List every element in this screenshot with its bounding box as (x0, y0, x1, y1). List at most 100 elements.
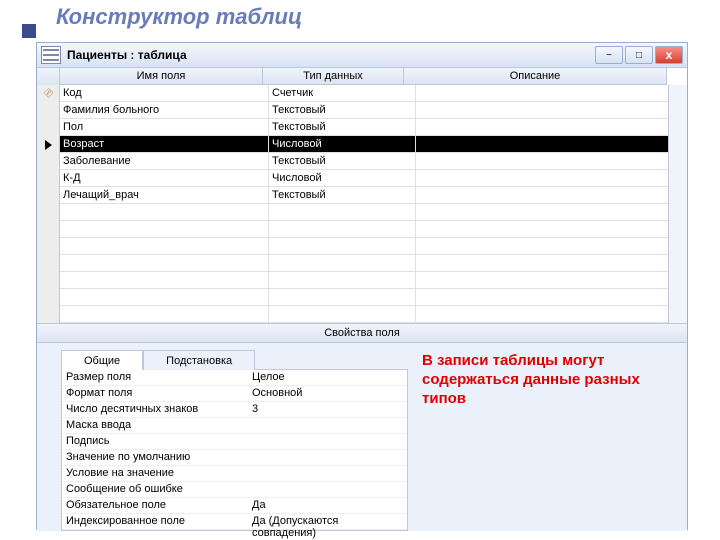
row-marker[interactable] (37, 306, 60, 323)
field-name-cell[interactable]: К-Д (60, 170, 269, 187)
empty-cell[interactable] (416, 238, 685, 255)
table-row[interactable]: Фамилия больногоТекстовый (37, 102, 687, 119)
empty-cell[interactable] (269, 272, 416, 289)
row-marker[interactable] (37, 204, 60, 221)
empty-cell[interactable] (60, 204, 269, 221)
field-desc-cell[interactable] (416, 102, 685, 119)
empty-cell[interactable] (269, 238, 416, 255)
field-desc-cell[interactable] (416, 187, 685, 204)
table-row[interactable] (37, 221, 687, 238)
row-marker[interactable] (37, 102, 60, 119)
property-value[interactable] (248, 418, 407, 433)
property-row[interactable]: Условие на значение (62, 466, 407, 482)
property-value[interactable]: Да (248, 498, 407, 513)
field-type-cell[interactable]: Числовой (269, 136, 416, 153)
table-row[interactable] (37, 272, 687, 289)
empty-cell[interactable] (269, 289, 416, 306)
property-row[interactable]: Индексированное полеДа (Допускаются совп… (62, 514, 407, 530)
row-marker[interactable] (37, 272, 60, 289)
fields-grid[interactable]: Имя поля Тип данных Описание ⚿КодСчетчик… (37, 68, 687, 323)
property-row[interactable]: Маска ввода (62, 418, 407, 434)
property-row[interactable]: Формат поляОсновной (62, 386, 407, 402)
empty-cell[interactable] (60, 221, 269, 238)
property-value[interactable]: Основной (248, 386, 407, 401)
row-marker[interactable] (37, 153, 60, 170)
field-name-cell[interactable]: Лечащий_врач (60, 187, 269, 204)
row-marker[interactable] (37, 170, 60, 187)
table-row[interactable] (37, 306, 687, 323)
table-row[interactable] (37, 255, 687, 272)
table-row[interactable]: ⚿КодСчетчик (37, 85, 687, 102)
empty-cell[interactable] (60, 238, 269, 255)
property-value[interactable]: 3 (248, 402, 407, 417)
field-type-cell[interactable]: Счетчик (269, 85, 416, 102)
property-row[interactable]: Значение по умолчанию (62, 450, 407, 466)
field-desc-cell[interactable] (416, 153, 685, 170)
field-name-cell[interactable]: Фамилия больного (60, 102, 269, 119)
property-value[interactable] (248, 450, 407, 465)
empty-cell[interactable] (269, 306, 416, 323)
empty-cell[interactable] (60, 272, 269, 289)
empty-cell[interactable] (416, 272, 685, 289)
empty-cell[interactable] (269, 221, 416, 238)
row-marker[interactable]: ⚿ (37, 85, 60, 102)
empty-cell[interactable] (269, 204, 416, 221)
field-desc-cell[interactable] (416, 170, 685, 187)
properties-grid[interactable]: Размер поляЦелоеФормат поляОсновнойЧисло… (61, 369, 408, 531)
property-value[interactable] (248, 434, 407, 449)
empty-cell[interactable] (416, 289, 685, 306)
empty-cell[interactable] (416, 255, 685, 272)
property-value[interactable]: Целое (248, 370, 407, 385)
tab-general[interactable]: Общие (61, 350, 143, 370)
property-row[interactable]: Сообщение об ошибке (62, 482, 407, 498)
field-name-cell[interactable]: Код (60, 85, 269, 102)
property-row[interactable]: Размер поляЦелое (62, 370, 407, 386)
field-type-cell[interactable]: Текстовый (269, 153, 416, 170)
property-row[interactable]: Обязательное полеДа (62, 498, 407, 514)
field-type-cell[interactable]: Текстовый (269, 119, 416, 136)
field-type-cell[interactable]: Текстовый (269, 187, 416, 204)
empty-cell[interactable] (60, 289, 269, 306)
empty-cell[interactable] (60, 306, 269, 323)
table-row[interactable]: ЗаболеваниеТекстовый (37, 153, 687, 170)
table-row[interactable] (37, 289, 687, 306)
empty-cell[interactable] (416, 306, 685, 323)
col-header-type[interactable]: Тип данных (263, 68, 404, 85)
tab-lookup[interactable]: Подстановка (143, 350, 255, 370)
maximize-button[interactable]: □ (625, 46, 653, 64)
field-desc-cell[interactable] (416, 136, 685, 153)
row-marker[interactable] (37, 221, 60, 238)
col-header-desc[interactable]: Описание (404, 68, 667, 85)
empty-cell[interactable] (269, 255, 416, 272)
table-row[interactable] (37, 204, 687, 221)
field-type-cell[interactable]: Текстовый (269, 102, 416, 119)
table-row[interactable]: Лечащий_врачТекстовый (37, 187, 687, 204)
table-row[interactable]: ВозрастЧисловой (37, 136, 687, 153)
table-row[interactable]: К-ДЧисловой (37, 170, 687, 187)
row-marker[interactable] (37, 136, 60, 153)
property-value[interactable] (248, 482, 407, 497)
table-row[interactable] (37, 238, 687, 255)
field-desc-cell[interactable] (416, 85, 685, 102)
table-row[interactable]: ПолТекстовый (37, 119, 687, 136)
row-marker[interactable] (37, 255, 60, 272)
empty-cell[interactable] (60, 255, 269, 272)
col-header-name[interactable]: Имя поля (60, 68, 263, 85)
row-marker[interactable] (37, 187, 60, 204)
property-row[interactable]: Подпись (62, 434, 407, 450)
field-name-cell[interactable]: Заболевание (60, 153, 269, 170)
property-value[interactable]: Да (Допускаются совпадения) (248, 514, 407, 529)
property-row[interactable]: Число десятичных знаков3 (62, 402, 407, 418)
vertical-scrollbar[interactable] (668, 85, 687, 323)
field-type-cell[interactable]: Числовой (269, 170, 416, 187)
field-desc-cell[interactable] (416, 119, 685, 136)
field-name-cell[interactable]: Пол (60, 119, 269, 136)
empty-cell[interactable] (416, 221, 685, 238)
empty-cell[interactable] (416, 204, 685, 221)
row-marker[interactable] (37, 238, 60, 255)
row-marker[interactable] (37, 289, 60, 306)
minimize-button[interactable]: − (595, 46, 623, 64)
field-name-cell[interactable]: Возраст (60, 136, 269, 153)
property-value[interactable] (248, 466, 407, 481)
close-button[interactable]: x (655, 46, 683, 64)
